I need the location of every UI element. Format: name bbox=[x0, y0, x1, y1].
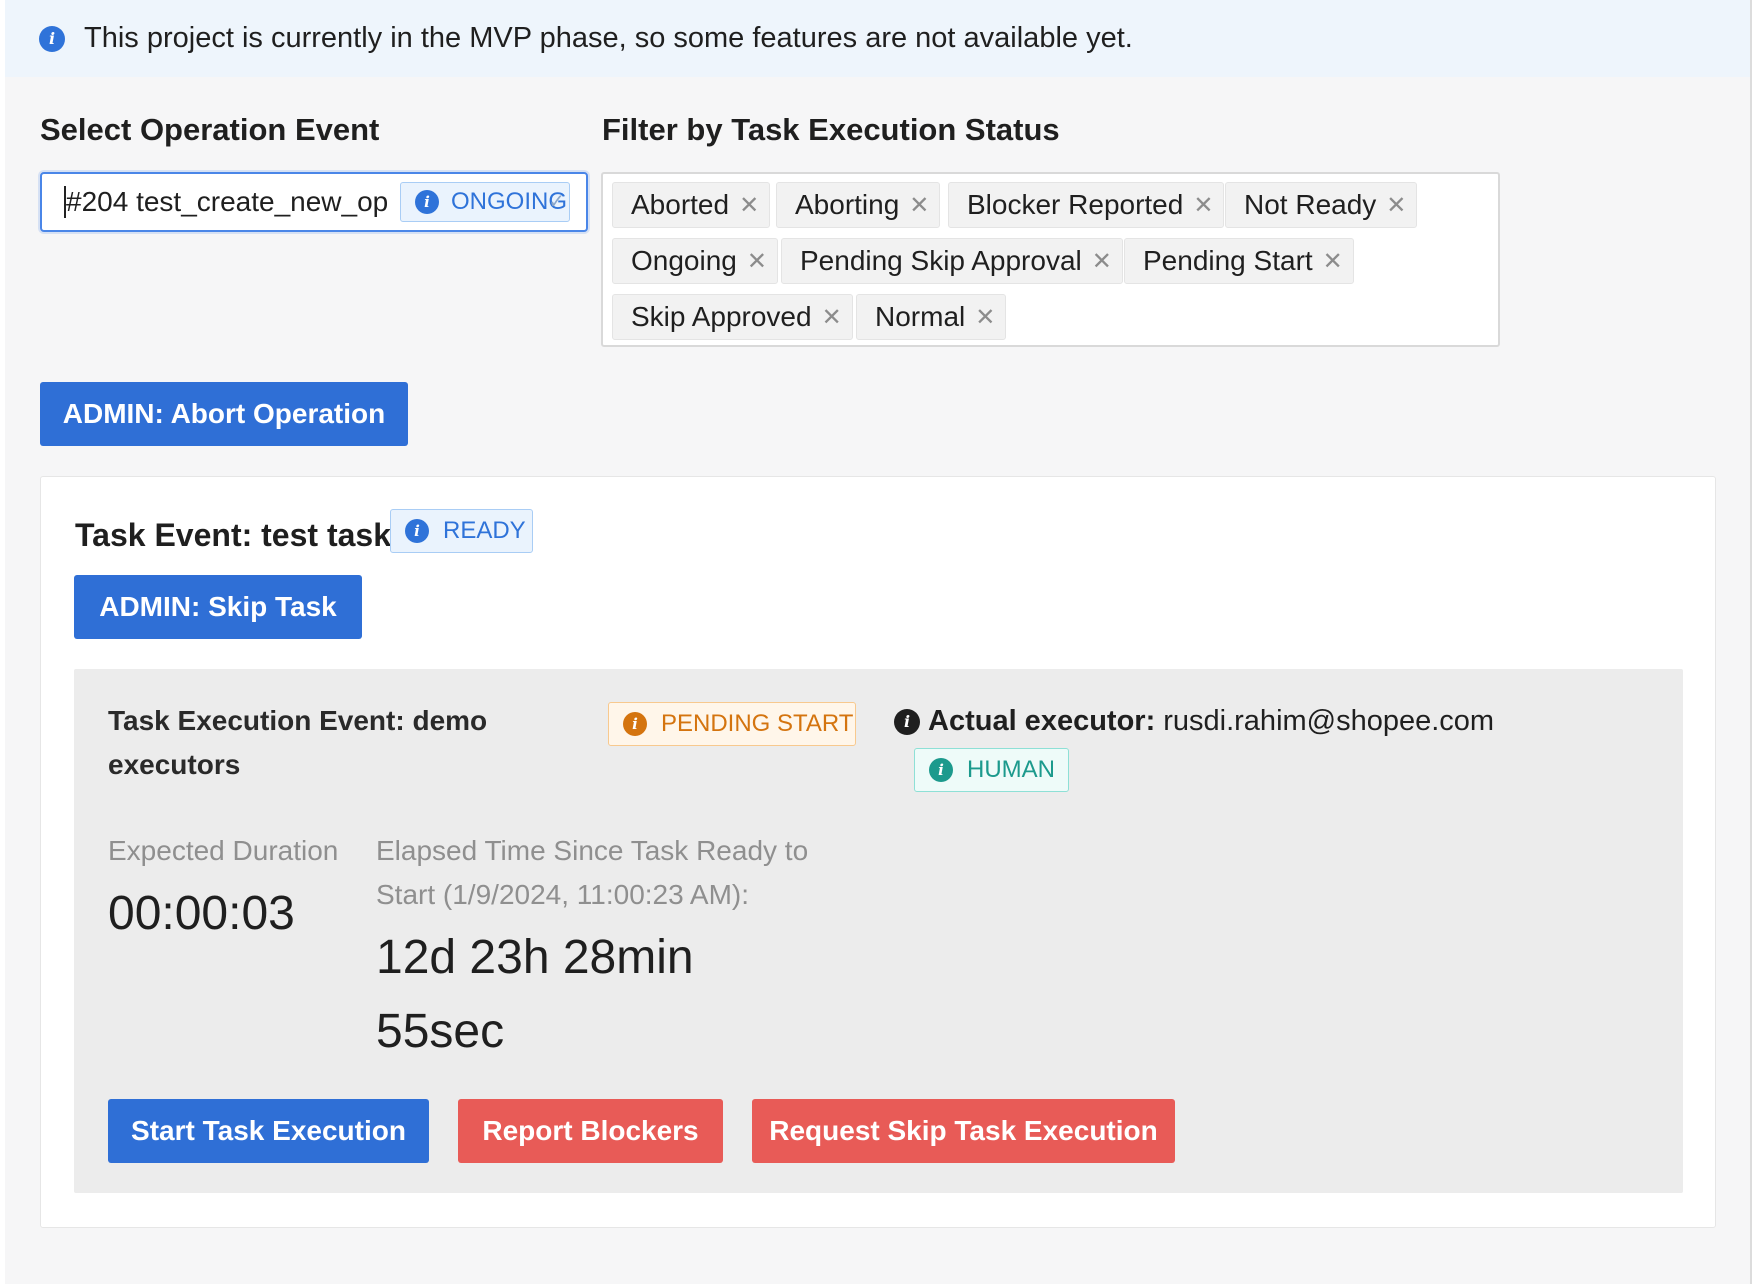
close-icon[interactable]: ✕ bbox=[909, 191, 929, 220]
executor-label: Actual executor: bbox=[928, 705, 1156, 737]
task-execution-title: Task Execution Event: demo executors bbox=[108, 705, 488, 780]
human-executor-tag: i HUMAN bbox=[914, 748, 1069, 792]
left-edge bbox=[0, 0, 5, 1284]
task-execution-panel: Task Execution Event: demo executors i P… bbox=[74, 669, 1683, 1193]
chip-aborted[interactable]: Aborted ✕ bbox=[612, 182, 771, 228]
info-icon: i bbox=[929, 758, 953, 782]
ongoing-status-tag: i ONGOING ✓ bbox=[400, 182, 570, 222]
chip-label: Skip Approved bbox=[631, 301, 812, 332]
expected-duration-label: Expected Duration bbox=[108, 835, 339, 866]
info-icon: i bbox=[39, 25, 65, 52]
chip-label: Pending Skip Approval bbox=[800, 245, 1082, 276]
mvp-info-banner: i This project is currently in the MVP p… bbox=[5, 0, 1750, 77]
request-skip-task-execution-button[interactable]: Request Skip Task Execution bbox=[752, 1099, 1175, 1163]
chip-not-ready[interactable]: Not Ready ✕ bbox=[1225, 182, 1418, 228]
operation-event-select[interactable]: #204 test_create_new_op i ONGOING ✓ bbox=[40, 172, 588, 232]
pending-start-status-tag: i PENDING START bbox=[608, 702, 856, 746]
check-icon: ✓ bbox=[548, 191, 565, 213]
operation-select-value: #204 test_create_new_op bbox=[66, 186, 389, 217]
actual-executor: i Actual executor: rusdi.rahim@shopee.co… bbox=[894, 705, 1494, 738]
chip-label: Aborting bbox=[795, 189, 900, 220]
status-filter-multiselect[interactable]: Aborted ✕ Aborting ✕ Blocker Reported ✕ Not… bbox=[601, 172, 1500, 347]
abort-operation-button[interactable]: ADMIN: Abort Operation bbox=[40, 382, 408, 446]
banner-text: This project is currently in the MVP pha… bbox=[84, 22, 1133, 54]
chip-label: Aborted bbox=[631, 189, 730, 220]
chip-label: Ongoing bbox=[631, 245, 737, 276]
operation-select-label: Select Operation Event bbox=[40, 112, 380, 147]
chip-ongoing[interactable]: Ongoing ✕ bbox=[612, 238, 778, 284]
elapsed-time-value: 12d 23h 28min 55sec bbox=[376, 931, 694, 1058]
close-icon[interactable]: ✕ bbox=[1193, 191, 1213, 220]
task-event-title: Task Event: test task bbox=[75, 517, 391, 553]
close-icon[interactable]: ✕ bbox=[1092, 247, 1112, 276]
executor-email: rusdi.rahim@shopee.com bbox=[1163, 705, 1495, 737]
expected-duration-value: 00:00:03 bbox=[108, 887, 295, 940]
status-filter-label: Filter by Task Execution Status bbox=[602, 112, 1060, 147]
chip-pending-start[interactable]: Pending Start ✕ bbox=[1124, 238, 1354, 284]
close-icon[interactable]: ✕ bbox=[747, 247, 767, 276]
elapsed-time-label: Elapsed Time Since Task Ready to Start (… bbox=[376, 835, 809, 910]
chip-label: Normal bbox=[875, 301, 966, 332]
close-icon[interactable]: ✕ bbox=[1323, 247, 1343, 276]
info-icon: i bbox=[405, 519, 429, 543]
chip-normal[interactable]: Normal ✕ bbox=[856, 294, 1007, 340]
pending-tag-label: PENDING START bbox=[661, 710, 854, 737]
task-event-card: Task Event: test task i READY ADMIN: Ski… bbox=[40, 476, 1716, 1228]
info-icon: i bbox=[894, 708, 920, 735]
chip-label: Not Ready bbox=[1244, 189, 1377, 220]
close-icon[interactable]: ✕ bbox=[1386, 191, 1406, 220]
chip-skip-approved[interactable]: Skip Approved ✕ bbox=[612, 294, 853, 340]
ready-status-tag: i READY bbox=[390, 509, 533, 553]
info-icon: i bbox=[623, 712, 647, 736]
skip-task-button[interactable]: ADMIN: Skip Task bbox=[74, 575, 362, 639]
chip-label: Blocker Reported bbox=[967, 189, 1184, 220]
report-blockers-button[interactable]: Report Blockers bbox=[458, 1099, 723, 1163]
chip-blocker-reported[interactable]: Blocker Reported ✕ bbox=[948, 182, 1225, 228]
chip-aborting[interactable]: Aborting ✕ bbox=[776, 182, 941, 228]
start-task-execution-button[interactable]: Start Task Execution bbox=[108, 1099, 429, 1163]
close-icon[interactable]: ✕ bbox=[822, 303, 842, 332]
chip-pending-skip-approval[interactable]: Pending Skip Approval ✕ bbox=[781, 238, 1123, 284]
close-icon[interactable]: ✕ bbox=[739, 191, 759, 220]
chip-label: Pending Start bbox=[1143, 245, 1313, 276]
human-tag-label: HUMAN bbox=[967, 756, 1055, 783]
info-icon: i bbox=[415, 190, 439, 214]
close-icon[interactable]: ✕ bbox=[975, 303, 995, 332]
ready-tag-label: READY bbox=[443, 517, 526, 544]
